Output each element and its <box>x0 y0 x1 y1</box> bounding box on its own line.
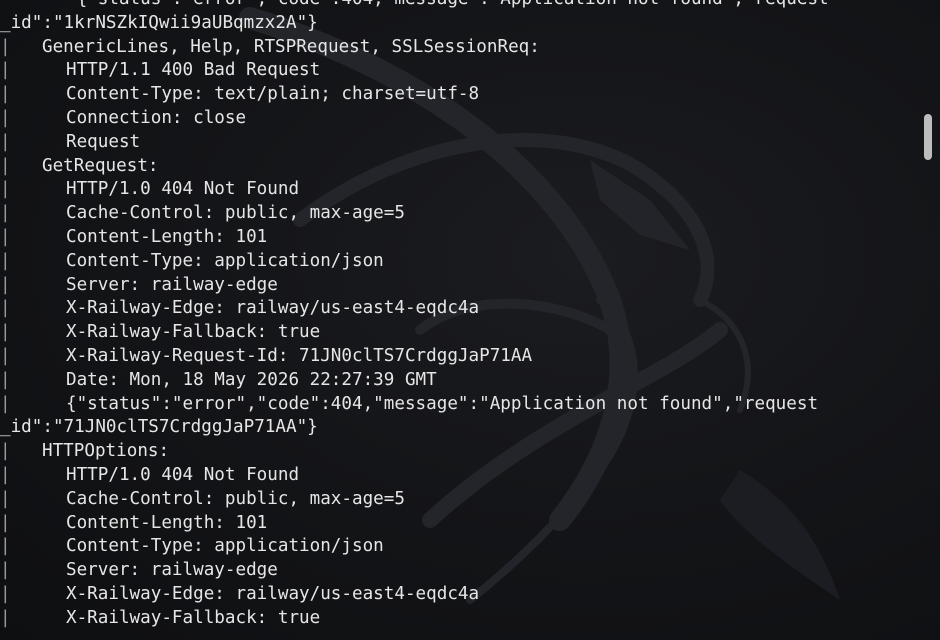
output-line: | Connection: close <box>0 107 912 131</box>
output-line: | X-Railway-Fallback: true <box>0 607 912 631</box>
output-line: | Content-Type: text/plain; charset=utf-8 <box>0 83 912 107</box>
output-line: | Content-Length: 101 <box>0 512 912 536</box>
output-line: | Cache-Control: public, max-age=5 <box>0 202 912 226</box>
output-line: | GetRequest: <box>0 155 912 179</box>
vertical-scrollbar-thumb[interactable] <box>924 114 932 160</box>
output-line: | Cache-Control: public, max-age=5 <box>0 488 912 512</box>
line-gutter: | <box>0 155 11 176</box>
line-gutter: | <box>0 345 11 366</box>
output-line: | HTTP/1.0 404 Not Found <box>0 464 912 488</box>
output-line: | HTTPOptions: <box>0 440 912 464</box>
output-line: | HTTP/1.1 400 Bad Request <box>0 59 912 83</box>
line-gutter: | <box>0 322 11 343</box>
output-line: | X-Railway-Fallback: true <box>0 321 912 345</box>
output-line: | Content-Type: application/json <box>0 250 912 274</box>
output-line: | X-Railway-Edge: railway/us-east4-eqdc4a <box>0 583 912 607</box>
output-line: | Server: railway-edge <box>0 274 912 298</box>
output-line: | X-Railway-Edge: railway/us-east4-eqdc4a <box>0 297 912 321</box>
line-gutter: | <box>0 226 11 247</box>
line-gutter: | <box>0 60 11 81</box>
output-line: | Server: railway-edge <box>0 559 912 583</box>
output-line: | HTTP/1.0 404 Not Found <box>0 178 912 202</box>
line-gutter: | <box>0 369 11 390</box>
line-gutter: | <box>0 393 11 414</box>
line-gutter: | <box>0 441 11 462</box>
line-gutter: | <box>0 36 11 57</box>
line-gutter: | <box>0 131 11 152</box>
line-gutter: | <box>0 512 11 533</box>
output-line: | {"status":"error","code":404,"message":… <box>0 393 912 417</box>
line-gutter: | <box>0 583 11 604</box>
output-line: | Content-Type: application/json <box>0 535 912 559</box>
terminal-output[interactable]: "{"status":"error","code":404,"message":… <box>0 0 912 631</box>
line-gutter: | <box>0 464 11 485</box>
output-line: | Request <box>0 131 912 155</box>
line-gutter: | <box>0 84 11 105</box>
output-line: | X-Railway-Request-Id: 71JN0clTS7CrdggJa… <box>0 345 912 369</box>
line-gutter: | <box>0 488 11 509</box>
output-line: _id":"1krNSZkIQwii9aUBqmzx2A"} <box>0 12 318 33</box>
line-gutter: | <box>0 536 11 557</box>
output-line: | GenericLines, Help, RTSPRequest, SSLSes… <box>0 36 912 60</box>
output-line: _id":"71JN0clTS7CrdggJaP71AA"} <box>0 417 318 438</box>
line-gutter: | <box>0 250 11 271</box>
output-line: | Content-Length: 101 <box>0 226 912 250</box>
line-gutter: | <box>0 607 11 628</box>
line-gutter: | <box>0 203 11 224</box>
output-line: "{"status":"error","code":404,"message":… <box>0 0 912 12</box>
line-gutter: | <box>0 560 11 581</box>
output-line: | Date: Mon, 18 May 2026 22:27:39 GMT <box>0 369 912 393</box>
line-gutter: | <box>0 179 11 200</box>
line-gutter: | <box>0 298 11 319</box>
line-gutter: | <box>0 107 11 128</box>
terminal-window[interactable]: "{"status":"error","code":404,"message":… <box>0 0 940 640</box>
line-gutter: | <box>0 274 11 295</box>
